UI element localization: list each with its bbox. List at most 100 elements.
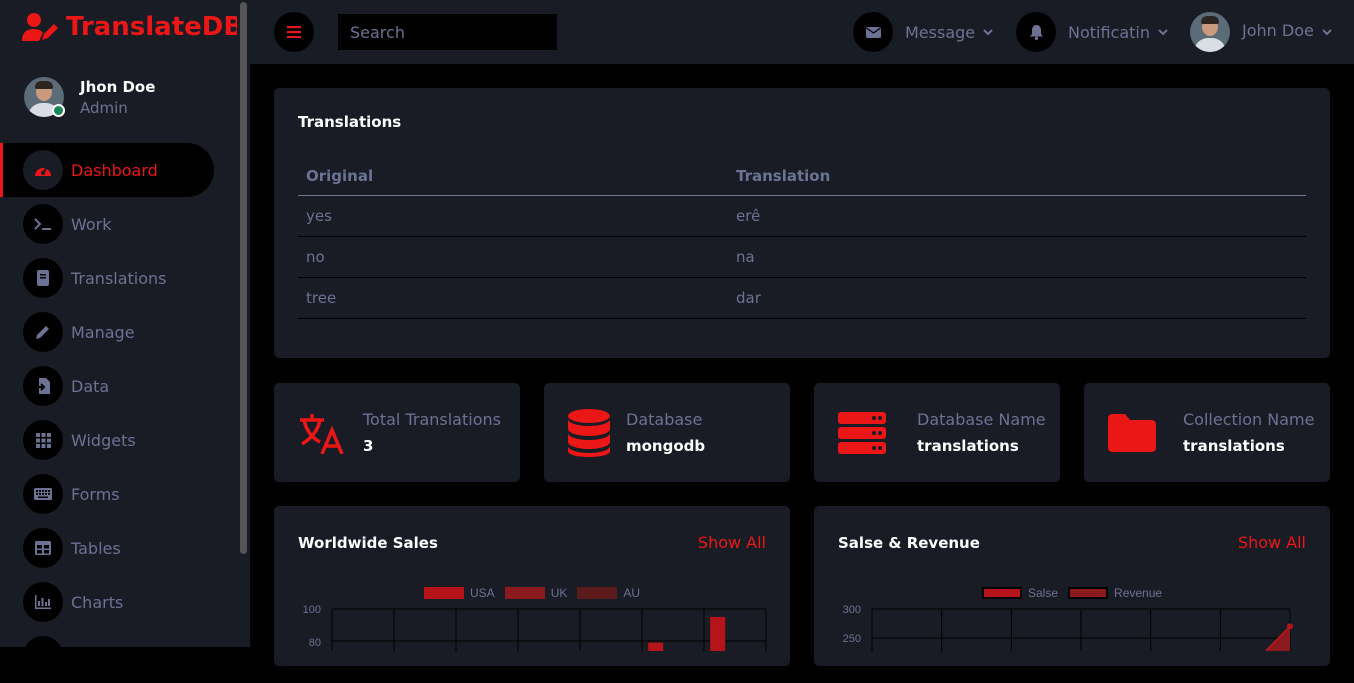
sidebar-item-label: Forms [71,484,120,504]
profile[interactable]: Jhon Doe Admin [24,77,155,117]
message-label: Message [905,22,976,42]
brand-name: TranslateDB [66,12,244,42]
worldwide-sales-chart: 100 80 [303,604,767,651]
table-cell: erê [728,195,1306,237]
server-icon [838,411,886,454]
sidebar-item-label: Charts [71,592,124,612]
brand-logo[interactable]: TranslateDB [22,12,243,42]
sidebar-item-label: Work [71,214,112,234]
stat-card-database: Database mongodb [544,383,790,482]
menu-toggle-button[interactable] [274,12,314,52]
worldwide-sales-card: Worldwide Sales Show All USA UK AU 100 8… [274,506,790,666]
chart-legend: Salse Revenue [982,586,1172,600]
show-all-link[interactable]: Show All [1238,533,1306,552]
user-label: John Doe [1242,20,1314,40]
table-row[interactable]: yes erê [298,195,1306,237]
legend-item[interactable]: Revenue [1068,586,1162,600]
chart-title: Salse & Revenue [838,534,980,552]
sidebar-item-label: Manage [71,322,135,342]
sidebar: TranslateDB Jhon Doe Admin Dashboard Wor… [0,0,250,676]
show-all-link[interactable]: Show All [698,533,766,552]
bar [710,617,726,651]
chart-title: Worldwide Sales [298,534,438,552]
legend-label: Revenue [1114,586,1163,600]
message-dropdown[interactable]: Message [853,12,993,52]
stat-card-database-name: Database Name translations [814,383,1060,482]
table-icon [23,528,63,568]
y-tick-label: 250 [843,633,861,645]
chart-bar-icon [23,582,63,622]
sidebar-nav: Dashboard Work Translations Manage Data [0,143,237,683]
stat-label: Database [626,410,703,429]
tachometer-icon [23,150,63,190]
y-tick-label: 80 [309,637,321,649]
card-title: Translations [298,113,402,131]
translations-card: Translations Original Translation yes er… [274,88,1330,358]
stat-card-total-translations: Total Translations 3 [274,383,520,482]
sales-revenue-card: Salse & Revenue Show All Salse Revenue 3… [814,506,1330,666]
legend-label: AU [623,586,641,600]
chevron-down-icon [1322,28,1332,35]
table-row[interactable]: no na [298,236,1306,278]
profile-role: Admin [80,98,128,117]
folder-icon [1108,413,1156,452]
sidebar-item-data[interactable]: Data [0,359,237,413]
profile-name: Jhon Doe [80,77,156,96]
sidebar-item-label: Dashboard [71,160,158,180]
avatar [1190,12,1230,52]
table-cell: na [728,236,1306,278]
notification-dropdown[interactable]: Notificatin [1016,12,1168,52]
y-tick-label: 100 [303,604,321,616]
legend-item[interactable]: UK [504,586,568,600]
stat-label: Database Name [917,410,1046,429]
sidebar-item-tables[interactable]: Tables [0,521,237,575]
sidebar-item-label: Translations [71,268,167,288]
column-header: Original [298,158,728,196]
legend-item[interactable]: USA [424,586,495,600]
search-input[interactable] [338,14,557,50]
chart-legend: USA UK AU [424,586,650,600]
stat-label: Total Translations [363,410,501,429]
grid-icon [23,420,63,460]
stat-value: translations [917,437,1019,455]
table-row[interactable]: tree dar [298,277,1306,319]
sales-revenue-chart: 300 250 [843,604,1293,651]
y-tick-label: 300 [843,604,861,616]
stat-value: 3 [363,437,374,455]
translations-table: Original Translation yes erê no na tree … [298,158,1306,319]
stat-card-collection-name: Collection Name translations [1084,383,1330,482]
book-icon [23,258,63,298]
sidebar-item-label: Widgets [71,430,136,450]
legend-item[interactable]: AU [577,586,640,600]
legend-label: Salse [1028,586,1059,600]
file-import-icon [23,366,63,406]
sidebar-scrollbar-thumb[interactable] [240,2,247,554]
table-cell: no [298,236,728,278]
database-icon [568,408,610,457]
online-status-dot [52,104,65,117]
sidebar-item-more[interactable] [0,629,237,683]
chevron-down-icon [1158,28,1168,35]
sidebar-item-translations[interactable]: Translations [0,251,237,305]
sidebar-item-forms[interactable]: Forms [0,467,237,521]
sidebar-item-widgets[interactable]: Widgets [0,413,237,467]
sidebar-item-charts[interactable]: Charts [0,575,237,629]
user-dropdown[interactable]: John Doe [1190,12,1332,52]
table-cell: tree [298,277,728,319]
sidebar-item-work[interactable]: Work [0,197,237,251]
sidebar-item-manage[interactable]: Manage [0,305,237,359]
legend-item[interactable]: Salse [982,586,1058,600]
keyboard-icon [23,474,63,514]
stat-label: Collection Name [1183,410,1315,429]
chevron-down-icon [983,28,993,35]
hamburger-icon [287,26,301,38]
table-cell: dar [728,277,1306,319]
sidebar-item-label: Tables [71,538,121,558]
more-icon [23,636,63,676]
terminal-icon [23,204,63,244]
language-icon [300,413,344,454]
sidebar-item-dashboard[interactable]: Dashboard [0,143,214,197]
stat-value: mongodb [626,437,706,455]
stat-value: translations [1183,437,1285,455]
legend-label: UK [550,586,568,600]
